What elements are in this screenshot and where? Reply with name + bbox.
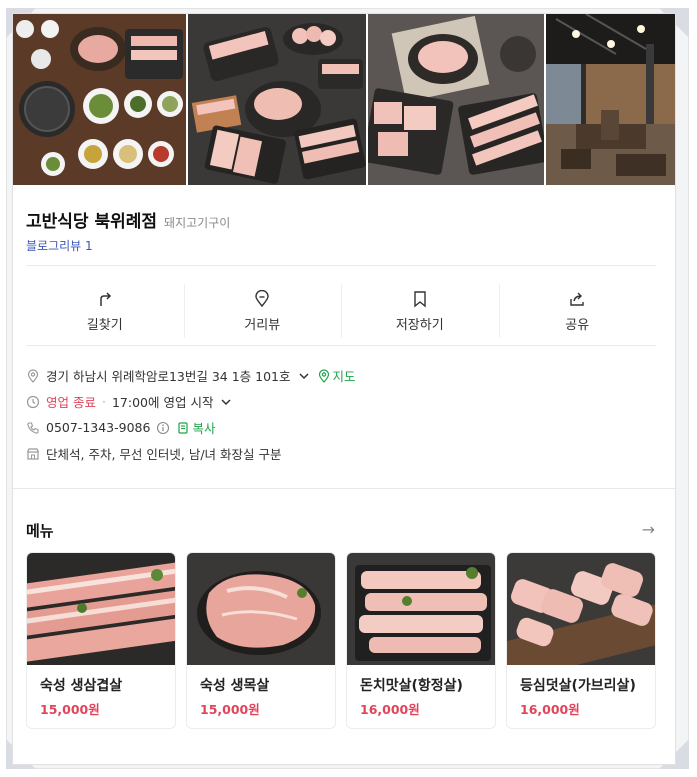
menu-item-price: 15,000원 (40, 702, 100, 717)
share-label: 공유 (565, 317, 590, 333)
photo-gallery[interactable] (13, 14, 675, 185)
menu-item-name: 숙성 생목살 (200, 678, 270, 694)
location-pin-icon (27, 368, 39, 383)
hours-row: 영업 종료 · 17:00에 영업 시작 (26, 392, 233, 411)
menu-item[interactable]: 등심덧살(가브리살) 16,000원 (506, 552, 656, 729)
menu-item-price: 15,000원 (200, 702, 260, 717)
status-separator: · (101, 394, 106, 409)
street-view-label: 거리뷰 (244, 317, 281, 333)
blog-review-link[interactable]: 블로그리뷰 1 (26, 237, 93, 254)
save-button[interactable]: 저장하기 (341, 278, 499, 344)
menu-item-price: 16,000원 (360, 702, 420, 717)
map-pin-icon (318, 368, 329, 383)
menu-item-name: 등심덧살(가브리살) (520, 678, 636, 694)
phone-number: 0507-1343-9086 (46, 420, 151, 435)
menu-heading: 메뉴 (26, 522, 54, 540)
menu-item[interactable]: 숙성 생삼겹살 15,000원 (26, 552, 176, 729)
photo-pork-platter[interactable] (188, 14, 366, 185)
menu-photo (187, 553, 335, 665)
place-title-row: 고반식당 북위례점 돼지고기구이 (26, 207, 230, 232)
street-view-button[interactable]: 거리뷰 (183, 278, 342, 344)
phone-icon (27, 421, 39, 434)
share-icon (570, 292, 584, 306)
section-divider (13, 488, 675, 489)
photo-grill-table[interactable] (13, 14, 187, 185)
business-status: 영업 종료 (46, 395, 96, 410)
menu-more-arrow-icon[interactable]: → (642, 520, 655, 539)
menu-photo (27, 553, 175, 665)
menu-item[interactable]: 숙성 생목살 15,000원 (186, 552, 336, 729)
place-category: 돼지고기구이 (164, 216, 231, 230)
divider (26, 265, 656, 266)
photo-pork-cuts[interactable] (367, 14, 545, 185)
copy-button[interactable]: 복사 (192, 418, 215, 437)
chevron-down-icon[interactable] (219, 395, 233, 409)
chevron-down-icon[interactable] (297, 369, 311, 383)
directions-button[interactable]: 길찾기 (26, 278, 184, 344)
menu-photo (507, 553, 655, 665)
share-button[interactable]: 공유 (498, 278, 657, 344)
address-text: 경기 하남시 위례학암로13번길 34 1층 101호 (46, 369, 291, 384)
photo-restaurant-interior[interactable] (546, 14, 675, 185)
divider (26, 345, 656, 346)
menu-photo (347, 553, 495, 665)
menu-item-name: 숙성 생삼겹살 (40, 678, 123, 694)
info-icon[interactable] (156, 421, 170, 435)
facilities-text: 단체석, 주차, 무선 인터넷, 남/녀 화장실 구분 (46, 447, 282, 462)
menu-item-price: 16,000원 (520, 702, 580, 717)
place-name: 고반식당 북위례점 (26, 212, 158, 232)
menu-item[interactable]: 돈치맛살(항정살) 16,000원 (346, 552, 496, 729)
save-label: 저장하기 (395, 317, 444, 333)
phone-row: 0507-1343-9086 복사 (26, 418, 215, 437)
action-bar: 길찾기 거리뷰 저장하기 공유 (26, 278, 656, 344)
building-icon (26, 447, 40, 460)
pin-icon (255, 289, 269, 307)
address-row: 경기 하남시 위례학암로13번길 34 1층 101호 지도 (26, 366, 356, 385)
directions-icon (100, 291, 111, 306)
map-link[interactable]: 지도 (333, 366, 356, 385)
business-hours: 17:00에 영업 시작 (111, 395, 214, 410)
copy-icon (178, 421, 189, 434)
menu-list: 숙성 생삼겹살 15,000원 숙성 생목살 15,000원 돈치맛살(항정살)… (26, 552, 656, 729)
menu-item-name: 돈치맛살(항정살) (360, 678, 463, 694)
place-card: 고반식당 북위례점 돼지고기구이 블로그리뷰 1 길찾기 거리뷰 저장하기 공유… (12, 13, 676, 765)
bookmark-icon (414, 290, 426, 307)
clock-icon (26, 395, 40, 408)
facilities-row: 단체석, 주차, 무선 인터넷, 남/녀 화장실 구분 (26, 444, 281, 463)
directions-label: 길찾기 (86, 317, 123, 333)
